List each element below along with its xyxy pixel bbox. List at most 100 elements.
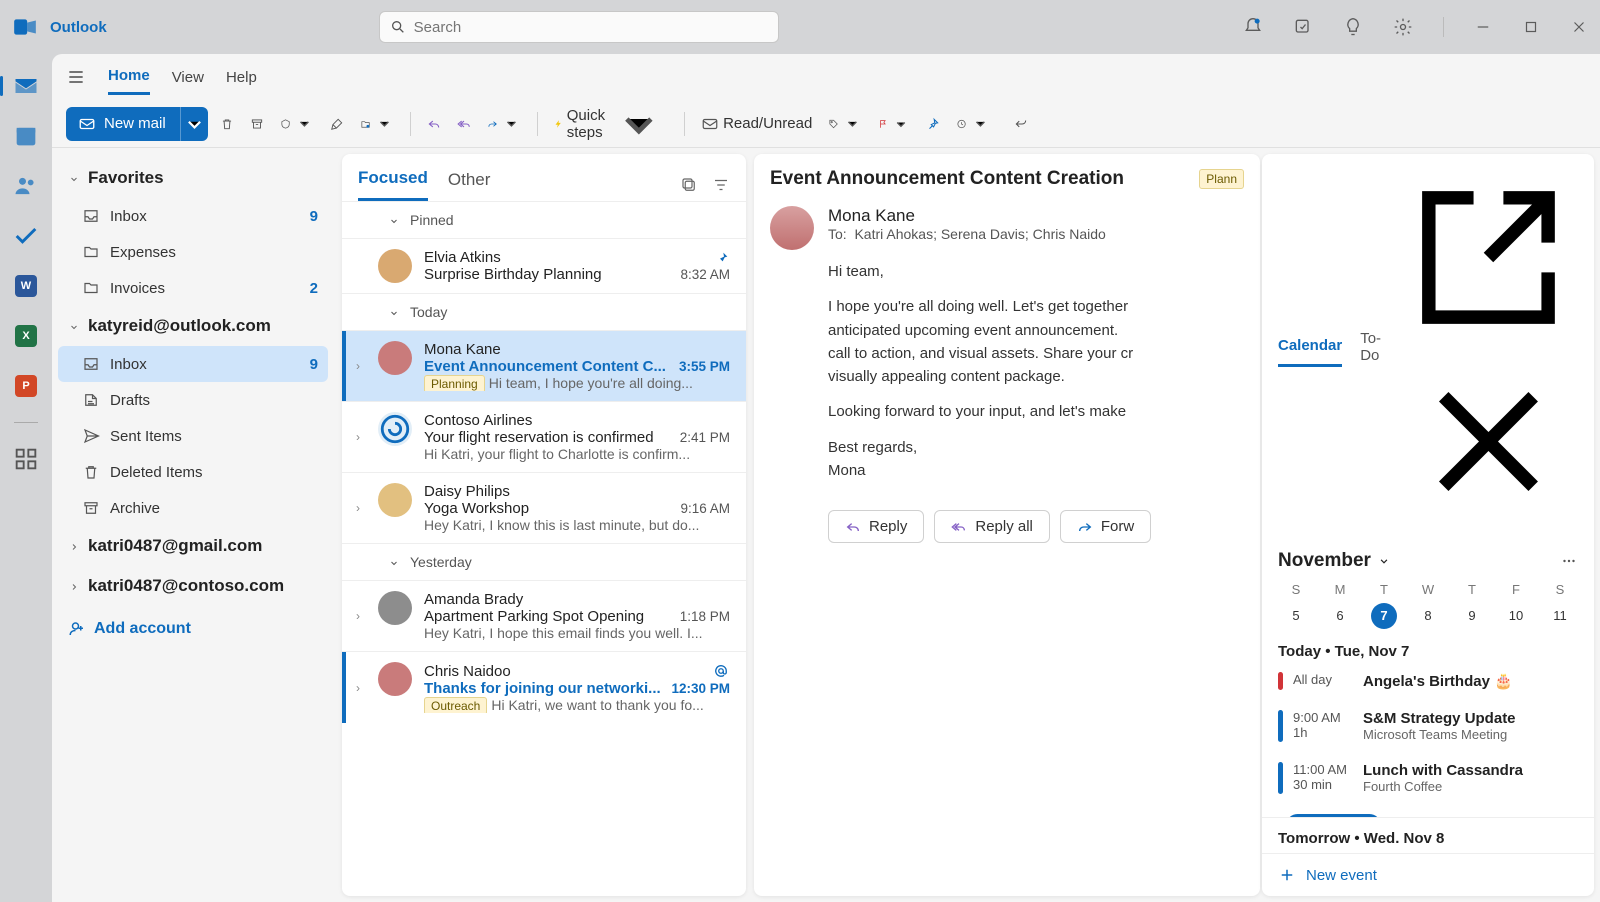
rail-todo[interactable] [12, 222, 40, 250]
archive-icon [82, 499, 100, 517]
tomorrow-header: Tomorrow • Wed. Nov 8 [1262, 817, 1594, 853]
move-button[interactable] [356, 110, 398, 138]
agenda-event[interactable]: 11:00 AM30 min Lunch with Cassandra Four… [1272, 756, 1584, 800]
rail-people[interactable] [12, 172, 40, 200]
forward-button[interactable] [483, 110, 525, 138]
agenda-event[interactable]: 9:00 AM1h S&M Strategy Update Microsoft … [1272, 704, 1584, 748]
message-item[interactable]: › Daisy Philips Yoga Workshop9:16 AM Hey… [342, 472, 746, 543]
archive-button[interactable] [246, 113, 268, 135]
my-day-icon[interactable] [1293, 17, 1313, 37]
settings-icon[interactable] [1393, 17, 1413, 37]
message-item[interactable]: › Amanda Brady Apartment Parking Spot Op… [342, 580, 746, 651]
reply-all-button[interactable] [453, 113, 475, 135]
app-rail: W X P [0, 54, 52, 902]
nav-toggle-icon[interactable] [66, 67, 86, 87]
delete-button[interactable] [216, 113, 238, 135]
reply-button[interactable] [423, 113, 445, 135]
group-header[interactable]: Yesterday [342, 543, 746, 580]
more-icon[interactable] [1560, 552, 1578, 570]
minimize-button[interactable] [1474, 18, 1492, 36]
message-item[interactable]: › Contoso Airlines Your flight reservati… [342, 401, 746, 472]
folder-item[interactable]: Drafts [58, 382, 328, 418]
tab-calendar[interactable]: Calendar [1278, 337, 1342, 367]
group-header[interactable]: Today [342, 293, 746, 330]
app-title: Outlook [50, 19, 107, 36]
calendar-day[interactable]: 8 [1415, 603, 1441, 629]
account-header[interactable]: katyreid@outlook.com [58, 306, 328, 346]
new-event-button[interactable]: New event [1262, 853, 1594, 896]
rail-calendar[interactable] [12, 122, 40, 150]
forward-action[interactable]: Forw [1060, 510, 1151, 543]
chevron-icon [68, 580, 80, 592]
folder-item[interactable]: Sent Items [58, 418, 328, 454]
pin-button[interactable] [922, 113, 944, 135]
new-mail-button[interactable]: New mail [66, 107, 208, 141]
tab-view[interactable]: View [172, 61, 204, 94]
rail-word[interactable]: W [12, 272, 40, 300]
tab-other[interactable]: Other [448, 170, 491, 200]
tips-icon[interactable] [1343, 17, 1363, 37]
tab-home[interactable]: Home [108, 59, 150, 95]
rail-mail[interactable] [12, 72, 40, 100]
calendar-day[interactable]: 7 [1371, 603, 1397, 629]
category-tag: Planning [424, 375, 485, 391]
folder-item[interactable]: Inbox 9 [58, 346, 328, 382]
avatar [378, 591, 412, 625]
rail-excel[interactable]: X [12, 322, 40, 350]
calendar-day[interactable]: 10 [1503, 603, 1529, 629]
filter-icon[interactable] [712, 176, 730, 194]
tag-button[interactable] [824, 110, 866, 138]
flag-button[interactable] [874, 111, 914, 137]
chevron-down-icon [388, 214, 400, 226]
reply-all-action[interactable]: Reply all [934, 510, 1050, 543]
snooze-button[interactable] [952, 110, 994, 138]
rail-more-apps[interactable] [12, 445, 40, 473]
folder-item[interactable]: Invoices 2 [58, 270, 328, 306]
tab-help[interactable]: Help [226, 61, 257, 94]
folder-item[interactable]: Archive [58, 490, 328, 526]
calendar-day[interactable]: 9 [1459, 603, 1485, 629]
tab-focused[interactable]: Focused [358, 168, 428, 201]
calendar-day[interactable]: 11 [1547, 603, 1573, 629]
expand-icon: › [356, 609, 366, 623]
reply-action[interactable]: Reply [828, 510, 924, 543]
report-button[interactable] [276, 110, 318, 138]
close-button[interactable] [1570, 18, 1588, 36]
tab-todo[interactable]: To-Do [1360, 330, 1381, 374]
rail-powerpoint[interactable]: P [12, 372, 40, 400]
account-header[interactable]: katri0487@contoso.com [58, 566, 328, 606]
message-item[interactable]: › Chris Naidoo Thanks for joining our ne… [342, 651, 746, 723]
folder-item[interactable]: Inbox 9 [58, 198, 328, 234]
add-account-button[interactable]: Add account [58, 606, 328, 652]
search-box[interactable] [379, 11, 779, 43]
group-header[interactable]: Pinned [342, 201, 746, 238]
folder-item[interactable]: Deleted Items [58, 454, 328, 490]
maximize-button[interactable] [1522, 18, 1540, 36]
popout-icon[interactable] [1399, 334, 1578, 351]
favorites-header[interactable]: Favorites [58, 158, 328, 198]
trash-icon [82, 463, 100, 481]
folder-pane: Favorites Inbox 9 Expenses Invoices 2 ka… [52, 154, 334, 896]
mail-icon [78, 115, 96, 133]
message-item[interactable]: › Mona Kane Event Announcement Content C… [342, 330, 746, 401]
chevron-down-icon [388, 556, 400, 568]
quick-steps-button[interactable]: Quick steps [550, 91, 672, 157]
search-input[interactable] [414, 19, 768, 36]
agenda-event[interactable]: All day Angela's Birthday 🎂 [1272, 666, 1584, 696]
today-header: Today • Tue, Nov 7 [1262, 633, 1594, 666]
new-mail-dropdown[interactable] [180, 107, 208, 141]
close-pane-icon[interactable] [1399, 518, 1578, 535]
calendar-day[interactable]: 6 [1327, 603, 1353, 629]
calendar-day[interactable]: 5 [1283, 603, 1309, 629]
month-picker[interactable]: November [1278, 550, 1391, 572]
category-tag: Plann [1199, 169, 1244, 189]
select-mode-icon[interactable] [680, 176, 698, 194]
account-header[interactable]: katri0487@gmail.com [58, 526, 328, 566]
notifications-icon[interactable] [1243, 17, 1263, 37]
message-item[interactable]: Elvia Atkins Surprise Birthday Planning8… [342, 238, 746, 293]
folder-icon [82, 279, 100, 297]
undo-button[interactable] [1010, 113, 1032, 135]
read-unread-button[interactable]: Read/Unread [697, 111, 816, 137]
folder-item[interactable]: Expenses [58, 234, 328, 270]
sweep-button[interactable] [326, 113, 348, 135]
